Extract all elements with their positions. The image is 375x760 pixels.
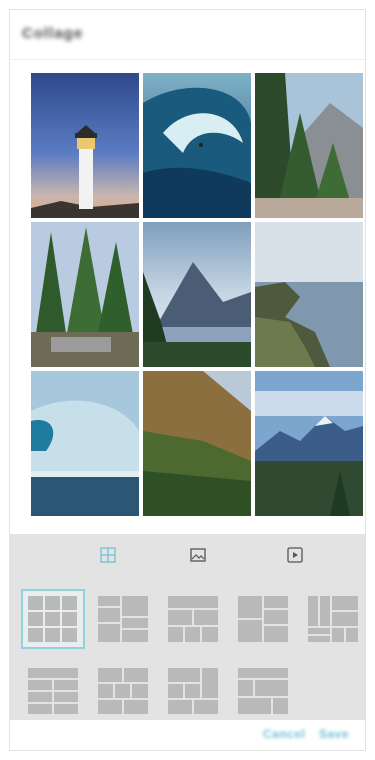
image-icon bbox=[190, 548, 206, 562]
grid-icon bbox=[100, 547, 116, 563]
ratio-tab[interactable] bbox=[280, 542, 310, 568]
collage-photo-coastline[interactable] bbox=[255, 222, 363, 367]
layout-option-4[interactable] bbox=[232, 590, 294, 648]
collage-editor: Collage Cancel Save bbox=[9, 9, 366, 751]
page-title: Collage bbox=[22, 25, 84, 42]
layout-option-1[interactable] bbox=[21, 589, 85, 649]
layout-option-8[interactable] bbox=[162, 662, 224, 720]
collage-preview bbox=[31, 73, 364, 516]
layout-option-3[interactable] bbox=[162, 590, 224, 648]
play-box-icon bbox=[287, 547, 303, 563]
collage-photo-ocean-wave[interactable] bbox=[31, 371, 139, 516]
background-tab[interactable] bbox=[183, 542, 213, 568]
save-button[interactable]: Save bbox=[319, 727, 349, 741]
cancel-button[interactable]: Cancel bbox=[263, 727, 305, 741]
collage-photo-mountain-range[interactable] bbox=[255, 371, 363, 516]
collage-photo-mountain-lake[interactable] bbox=[143, 222, 251, 367]
layout-option-5[interactable] bbox=[302, 590, 364, 648]
collage-photo-forest-mountain[interactable] bbox=[255, 73, 363, 218]
layout-option-9[interactable] bbox=[232, 662, 294, 720]
collage-photo-lighthouse[interactable] bbox=[31, 73, 139, 218]
layout-option-7[interactable] bbox=[92, 662, 154, 720]
action-bar: Cancel Save bbox=[10, 720, 365, 750]
layout-option-2[interactable] bbox=[92, 590, 154, 648]
collage-photo-wave-surfer[interactable] bbox=[143, 73, 251, 218]
app-header: Collage bbox=[10, 10, 365, 60]
layout-tab[interactable] bbox=[93, 542, 123, 568]
panel-tabs bbox=[10, 542, 365, 568]
collage-photo-hillside[interactable] bbox=[143, 371, 251, 516]
layout-panel bbox=[10, 534, 365, 720]
layout-option-6[interactable] bbox=[22, 662, 84, 720]
collage-photo-pine-forest[interactable] bbox=[31, 222, 139, 367]
